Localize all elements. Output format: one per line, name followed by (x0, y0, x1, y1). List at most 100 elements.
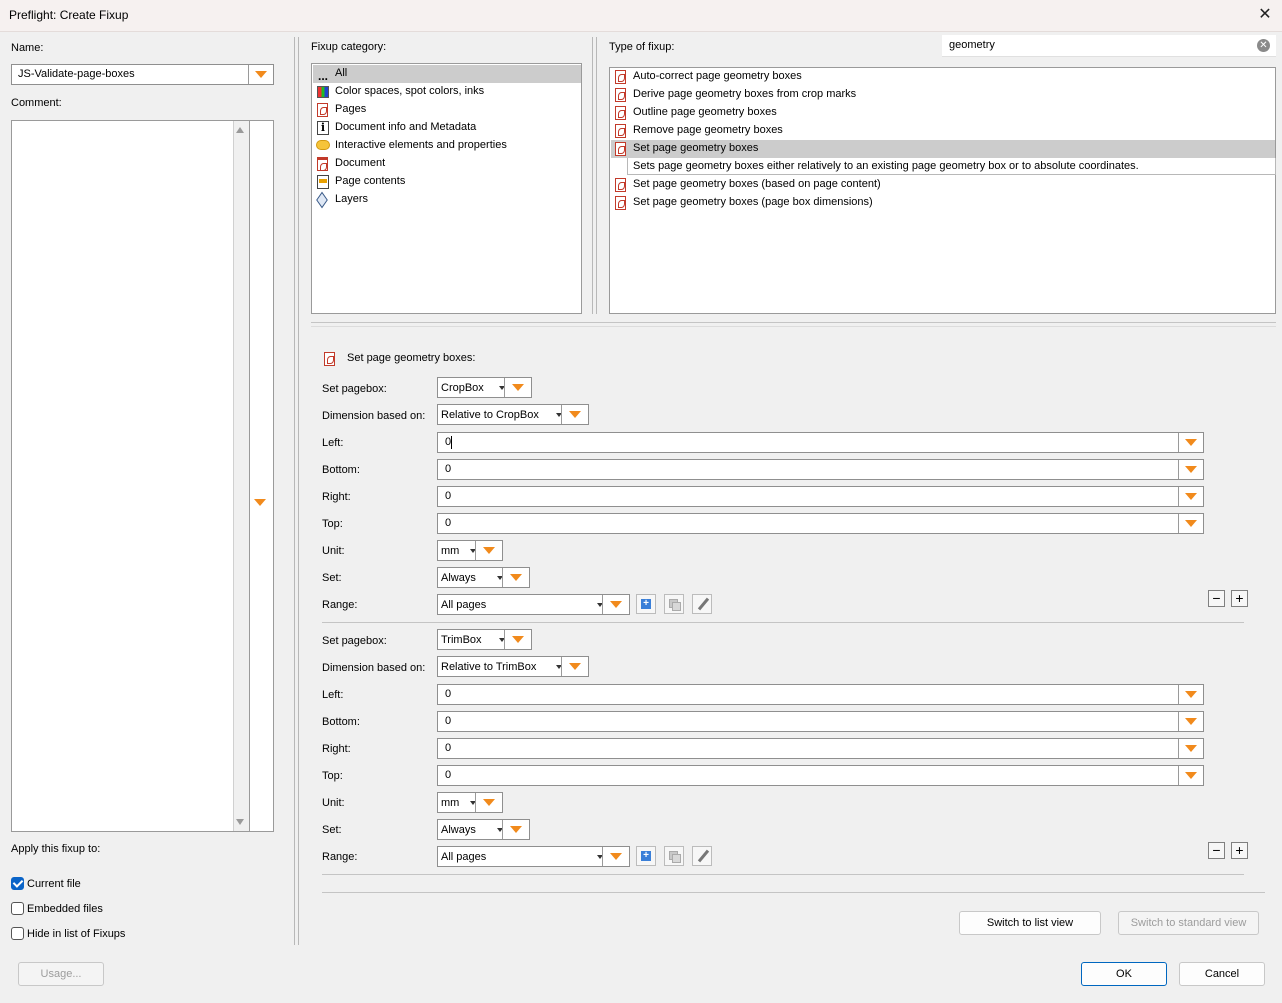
pagebox-select[interactable]: CropBox (437, 377, 532, 398)
switch-to-standard-view-button[interactable]: Switch to standard view (1118, 911, 1259, 935)
scroll-up-icon[interactable] (236, 127, 244, 133)
category-item-all[interactable]: ... All (316, 65, 576, 83)
embedded-files-checkbox[interactable] (11, 902, 24, 915)
cancel-button[interactable]: Cancel (1179, 962, 1265, 986)
category-item-interactive[interactable]: Interactive elements and properties (316, 137, 576, 155)
add-group-button[interactable]: + (1231, 842, 1248, 859)
bottom-label: Bottom: (322, 716, 360, 728)
pagebox-dropdown[interactable] (504, 630, 531, 649)
range-value: All pages (441, 851, 487, 863)
dimension-select[interactable]: Relative to TrimBox (437, 656, 589, 677)
fixup-type-list[interactable]: Auto-correct page geometry boxes Derive … (609, 67, 1276, 314)
comment-textarea[interactable] (11, 120, 274, 832)
fixup-item[interactable]: Outline page geometry boxes (614, 104, 1264, 122)
bottom-dropdown[interactable] (1178, 712, 1203, 731)
bottom-dropdown[interactable] (1178, 460, 1203, 479)
duplicate-range-button[interactable] (664, 594, 684, 614)
remove-group-button[interactable]: − (1208, 842, 1225, 859)
ok-button[interactable]: OK (1081, 962, 1167, 986)
top-input[interactable]: 0 (437, 513, 1204, 534)
pdf-icon (614, 106, 628, 120)
range-dropdown[interactable] (602, 595, 629, 614)
pencil-icon (697, 849, 710, 863)
dimension-dropdown[interactable] (561, 405, 588, 424)
comment-dropdown-icon[interactable] (254, 499, 266, 506)
top-value: 0 (445, 517, 452, 529)
fixup-item[interactable]: Set page geometry boxes (based on page c… (614, 176, 1264, 194)
name-dropdown-button[interactable] (248, 65, 273, 84)
right-input[interactable]: 0 (437, 738, 1204, 759)
top-input[interactable]: 0 (437, 765, 1204, 786)
name-combo[interactable]: JS-Validate-page-boxes (11, 64, 274, 85)
clear-search-icon[interactable]: ✕ (1257, 39, 1270, 52)
bottom-input[interactable]: 0 (437, 711, 1204, 732)
bottom-value: 0 (445, 463, 452, 475)
fixup-tooltip: Sets page geometry boxes either relative… (627, 158, 1276, 175)
name-value: JS-Validate-page-boxes (18, 68, 135, 80)
category-list[interactable]: ... All Color spaces, spot colors, inks … (311, 63, 582, 314)
dimension-select[interactable]: Relative to CropBox (437, 404, 589, 425)
left-dropdown[interactable] (1178, 433, 1203, 452)
duplicate-range-button[interactable] (664, 846, 684, 866)
edit-range-button[interactable] (692, 846, 712, 866)
switch-to-list-view-button[interactable]: Switch to list view (959, 911, 1101, 935)
category-item-layers[interactable]: Layers (316, 191, 576, 209)
bottom-label: Bottom: (322, 464, 360, 476)
fixup-item[interactable]: Derive page geometry boxes from crop mar… (614, 86, 1264, 104)
usage-button[interactable]: Usage... (18, 962, 104, 986)
document-icon (316, 157, 330, 171)
add-icon: + (641, 851, 651, 861)
search-value: geometry (949, 39, 995, 51)
add-range-button[interactable]: + (636, 846, 656, 866)
right-input[interactable]: 0 (437, 486, 1204, 507)
dimension-value: Relative to TrimBox (441, 661, 537, 673)
comment-scrollbar[interactable] (234, 121, 249, 831)
range-select[interactable]: All pages (437, 594, 630, 615)
fixup-item-selected[interactable]: Set page geometry boxes (614, 140, 1264, 158)
fixup-item[interactable]: Remove page geometry boxes (614, 122, 1264, 140)
mid-divider (592, 37, 593, 314)
hide-in-list-label: Hide in list of Fixups (27, 928, 126, 940)
add-group-button[interactable]: + (1231, 590, 1248, 607)
right-dropdown[interactable] (1178, 739, 1203, 758)
unit-dropdown[interactable] (475, 541, 502, 560)
range-dropdown[interactable] (602, 847, 629, 866)
pagebox-dropdown[interactable] (504, 378, 531, 397)
close-icon[interactable]: ✕ (1254, 4, 1276, 26)
top-dropdown[interactable] (1178, 514, 1203, 533)
fixup-item-label: Outline page geometry boxes (633, 106, 777, 118)
unit-select[interactable]: mm (437, 792, 503, 813)
set-dropdown[interactable] (502, 568, 529, 587)
chevron-down-icon (512, 636, 524, 643)
dimension-dropdown[interactable] (561, 657, 588, 676)
category-item-color-spaces[interactable]: Color spaces, spot colors, inks (316, 83, 576, 101)
left-input[interactable]: 0 (437, 684, 1204, 705)
range-select[interactable]: All pages (437, 846, 630, 867)
set-dropdown[interactable] (502, 820, 529, 839)
category-item-pages[interactable]: Pages (316, 101, 576, 119)
search-field[interactable]: geometry ✕ (942, 35, 1276, 57)
fixup-item[interactable]: Auto-correct page geometry boxes (614, 68, 1264, 86)
bottom-input[interactable]: 0 (437, 459, 1204, 480)
category-item-label: Pages (335, 103, 367, 115)
top-dropdown[interactable] (1178, 766, 1203, 785)
pagebox-select[interactable]: TrimBox (437, 629, 532, 650)
category-item-document[interactable]: Document (316, 155, 576, 173)
fixup-item[interactable]: Set page geometry boxes (page box dimens… (614, 194, 1264, 212)
current-file-checkbox[interactable] (11, 877, 24, 890)
left-input[interactable]: 0 (437, 432, 1204, 453)
category-item-page-contents[interactable]: Page contents (316, 173, 576, 191)
hide-in-list-checkbox[interactable] (11, 927, 24, 940)
color-icon (316, 85, 330, 99)
set-select[interactable]: Always (437, 567, 530, 588)
category-item-document-info[interactable]: i Document info and Metadata (316, 119, 576, 137)
unit-select[interactable]: mm (437, 540, 503, 561)
unit-dropdown[interactable] (475, 793, 502, 812)
right-dropdown[interactable] (1178, 487, 1203, 506)
left-dropdown[interactable] (1178, 685, 1203, 704)
remove-group-button[interactable]: − (1208, 590, 1225, 607)
add-range-button[interactable]: + (636, 594, 656, 614)
scroll-down-icon[interactable] (236, 819, 244, 825)
set-select[interactable]: Always (437, 819, 530, 840)
edit-range-button[interactable] (692, 594, 712, 614)
